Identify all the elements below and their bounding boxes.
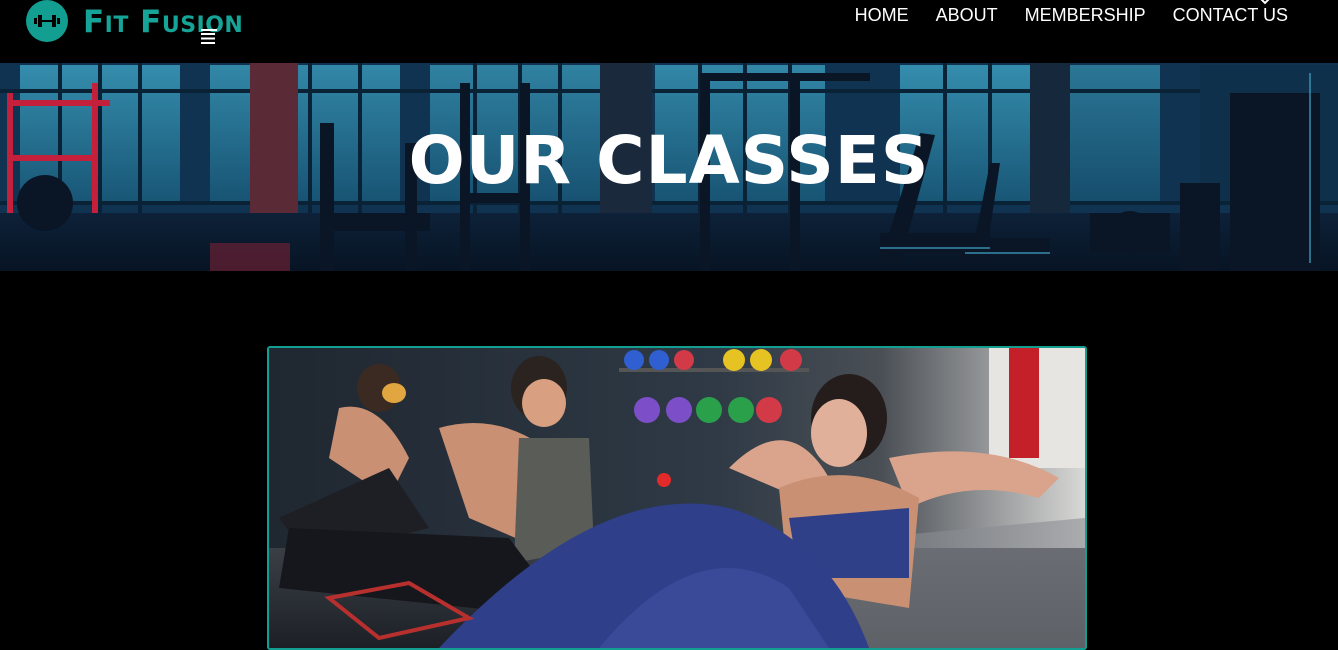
logo-badge[interactable] <box>26 0 68 42</box>
nav-membership[interactable]: MEMBERSHIP <box>1025 5 1146 26</box>
brand-name[interactable]: Fit Fusion <box>83 4 243 40</box>
nav-contact-us[interactable]: CONTACT US <box>1173 5 1288 26</box>
hero-banner: OUR CLASSES <box>0 63 1338 271</box>
class-card[interactable] <box>267 346 1087 650</box>
hamburger-icon[interactable] <box>201 33 215 44</box>
main-nav: HOME ABOUT MEMBERSHIP CONTACT US <box>855 5 1288 26</box>
site-header: Fit Fusion HOME ABOUT MEMBERSHIP CONTACT… <box>0 0 1338 63</box>
dumbbell-icon <box>34 15 60 27</box>
nav-home[interactable]: HOME <box>855 5 909 26</box>
nav-about[interactable]: ABOUT <box>936 5 998 26</box>
brand-underline <box>201 29 217 31</box>
close-icon[interactable] <box>1259 0 1271 6</box>
class-image <box>269 348 1085 648</box>
page-title: OUR CLASSES <box>408 122 930 199</box>
